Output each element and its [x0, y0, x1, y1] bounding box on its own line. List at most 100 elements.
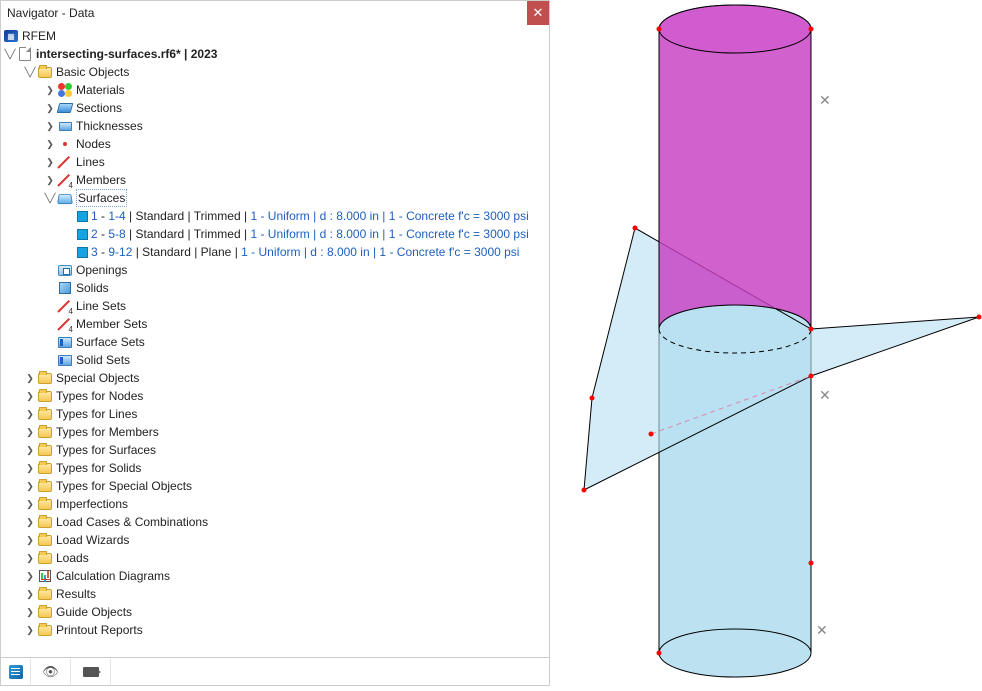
- surfaces-icon: [57, 190, 73, 206]
- members[interactable]: ❯ Members: [1, 171, 549, 189]
- surface-sets[interactable]: Surface Sets: [1, 333, 549, 351]
- basic-objects[interactable]: ╲╱ Basic Objects: [1, 63, 549, 81]
- member-sets[interactable]: Member Sets: [1, 315, 549, 333]
- chevron-right-icon[interactable]: ❯: [23, 623, 37, 637]
- tab-visibility[interactable]: 👁: [31, 658, 71, 685]
- folder-icon: [37, 64, 53, 80]
- folder-icon: [37, 460, 53, 476]
- chevron-right-icon[interactable]: ❯: [23, 569, 37, 583]
- folder-item[interactable]: ❯ Load Wizards: [1, 531, 549, 549]
- folder-label: Types for Surfaces: [56, 441, 156, 459]
- folder-item[interactable]: ❯ Imperfections: [1, 495, 549, 513]
- surfaces[interactable]: ╲╱ Surfaces: [1, 189, 549, 207]
- folder-item[interactable]: ❯ Special Objects: [1, 369, 549, 387]
- model-node[interactable]: [633, 226, 638, 231]
- section-marker: ✕: [816, 622, 828, 639]
- thicknesses-label: Thicknesses: [76, 117, 143, 135]
- folder-label: Types for Members: [56, 423, 159, 441]
- folder-item[interactable]: ❯ Types for Nodes: [1, 387, 549, 405]
- calculation-diagrams[interactable]: ❯ Calculation Diagrams: [1, 567, 549, 585]
- model-node[interactable]: [590, 396, 595, 401]
- line-sets[interactable]: Line Sets: [1, 297, 549, 315]
- nodes-label: Nodes: [76, 135, 111, 153]
- model-node[interactable]: [582, 488, 587, 493]
- model-node[interactable]: [809, 374, 814, 379]
- thicknesses[interactable]: ❯ Thicknesses: [1, 117, 549, 135]
- tab-views[interactable]: [71, 658, 111, 685]
- folder-item[interactable]: ❯ Types for Lines: [1, 405, 549, 423]
- folder-item[interactable]: ❯ Types for Special Objects: [1, 477, 549, 495]
- folder-icon: [37, 424, 53, 440]
- chevron-right-icon[interactable]: ❯: [23, 515, 37, 529]
- chevron-right-icon[interactable]: ❯: [23, 407, 37, 421]
- chevron-down-icon[interactable]: ╲╱: [43, 191, 57, 205]
- model-node[interactable]: [657, 651, 662, 656]
- surface-item[interactable]: 1 - 1-4 | Standard | Trimmed | 1 - Unifo…: [1, 207, 549, 225]
- chevron-right-icon[interactable]: ❯: [23, 605, 37, 619]
- model-node[interactable]: [809, 27, 814, 32]
- tab-data[interactable]: [1, 658, 31, 685]
- folder-label: Printout Reports: [56, 621, 143, 639]
- chevron-right-icon[interactable]: ❯: [23, 479, 37, 493]
- folder-item[interactable]: ❯ Types for Surfaces: [1, 441, 549, 459]
- folder-icon: [37, 586, 53, 602]
- folder-item[interactable]: ❯ Loads: [1, 549, 549, 567]
- folder-item[interactable]: ❯ Load Cases & Combinations: [1, 513, 549, 531]
- lines[interactable]: ❯ Lines: [1, 153, 549, 171]
- folder-item[interactable]: ❯ Types for Solids: [1, 459, 549, 477]
- chevron-down-icon[interactable]: ╲╱: [3, 47, 17, 61]
- folder-icon: [37, 496, 53, 512]
- model-node[interactable]: [657, 27, 662, 32]
- surface-item[interactable]: 3 - 9-12 | Standard | Plane | 1 - Unifor…: [1, 243, 549, 261]
- folder-item[interactable]: ❯ Results: [1, 585, 549, 603]
- openings[interactable]: Openings: [1, 261, 549, 279]
- folder-icon: [37, 532, 53, 548]
- solid-sets[interactable]: Solid Sets: [1, 351, 549, 369]
- nodes[interactable]: ❯ Nodes: [1, 135, 549, 153]
- model-node[interactable]: [809, 561, 814, 566]
- line-sets-icon: [57, 298, 73, 314]
- solids[interactable]: Solids: [1, 279, 549, 297]
- lines-label: Lines: [76, 153, 105, 171]
- members-label: Members: [76, 171, 126, 189]
- surface-item[interactable]: 2 - 5-8 | Standard | Trimmed | 1 - Unifo…: [1, 225, 549, 243]
- chevron-right-icon[interactable]: ❯: [23, 389, 37, 403]
- chevron-right-icon[interactable]: ❯: [23, 587, 37, 601]
- tree-file[interactable]: ╲╱ intersecting-surfaces.rf6* | 2023: [1, 45, 549, 63]
- folder-item[interactable]: ❯ Printout Reports: [1, 621, 549, 639]
- folder-item[interactable]: ❯ Guide Objects: [1, 603, 549, 621]
- chevron-down-icon[interactable]: ╲╱: [23, 65, 37, 79]
- surface-item-label: 3 - 9-12 | Standard | Plane | 1 - Unifor…: [91, 243, 519, 261]
- chevron-right-icon[interactable]: ❯: [23, 461, 37, 475]
- chevron-right-icon[interactable]: ❯: [43, 101, 57, 115]
- model-node[interactable]: [649, 432, 654, 437]
- chevron-right-icon[interactable]: ❯: [43, 173, 57, 187]
- chevron-right-icon[interactable]: ❯: [23, 443, 37, 457]
- materials[interactable]: ❯ Materials: [1, 81, 549, 99]
- chevron-right-icon[interactable]: ❯: [43, 83, 57, 97]
- chevron-right-icon[interactable]: ❯: [43, 137, 57, 151]
- chevron-right-icon[interactable]: ❯: [23, 497, 37, 511]
- line-sets-label: Line Sets: [76, 297, 126, 315]
- members-icon: [57, 172, 73, 188]
- sections[interactable]: ❯ Sections: [1, 99, 549, 117]
- tree-view[interactable]: ▦ RFEM ╲╱ intersecting-surfaces.rf6* | 2…: [1, 25, 549, 657]
- nodes-icon: [57, 136, 73, 152]
- section-marker: ✕: [819, 92, 831, 109]
- model-node[interactable]: [977, 315, 982, 320]
- materials-icon: [57, 82, 73, 98]
- chevron-right-icon[interactable]: ❯: [43, 155, 57, 169]
- model-node[interactable]: [809, 327, 814, 332]
- model-viewport[interactable]: ✕✕✕: [550, 0, 982, 686]
- chevron-right-icon[interactable]: ❯: [23, 371, 37, 385]
- eye-icon: 👁: [42, 664, 59, 680]
- chevron-right-icon[interactable]: ❯: [23, 551, 37, 565]
- chevron-right-icon[interactable]: ❯: [43, 119, 57, 133]
- chevron-right-icon[interactable]: ❯: [23, 425, 37, 439]
- close-button[interactable]: ✕: [527, 1, 549, 25]
- calc-diagrams-label: Calculation Diagrams: [56, 567, 170, 585]
- sections-label: Sections: [76, 99, 122, 117]
- tree-root[interactable]: ▦ RFEM: [1, 27, 549, 45]
- folder-item[interactable]: ❯ Types for Members: [1, 423, 549, 441]
- chevron-right-icon[interactable]: ❯: [23, 533, 37, 547]
